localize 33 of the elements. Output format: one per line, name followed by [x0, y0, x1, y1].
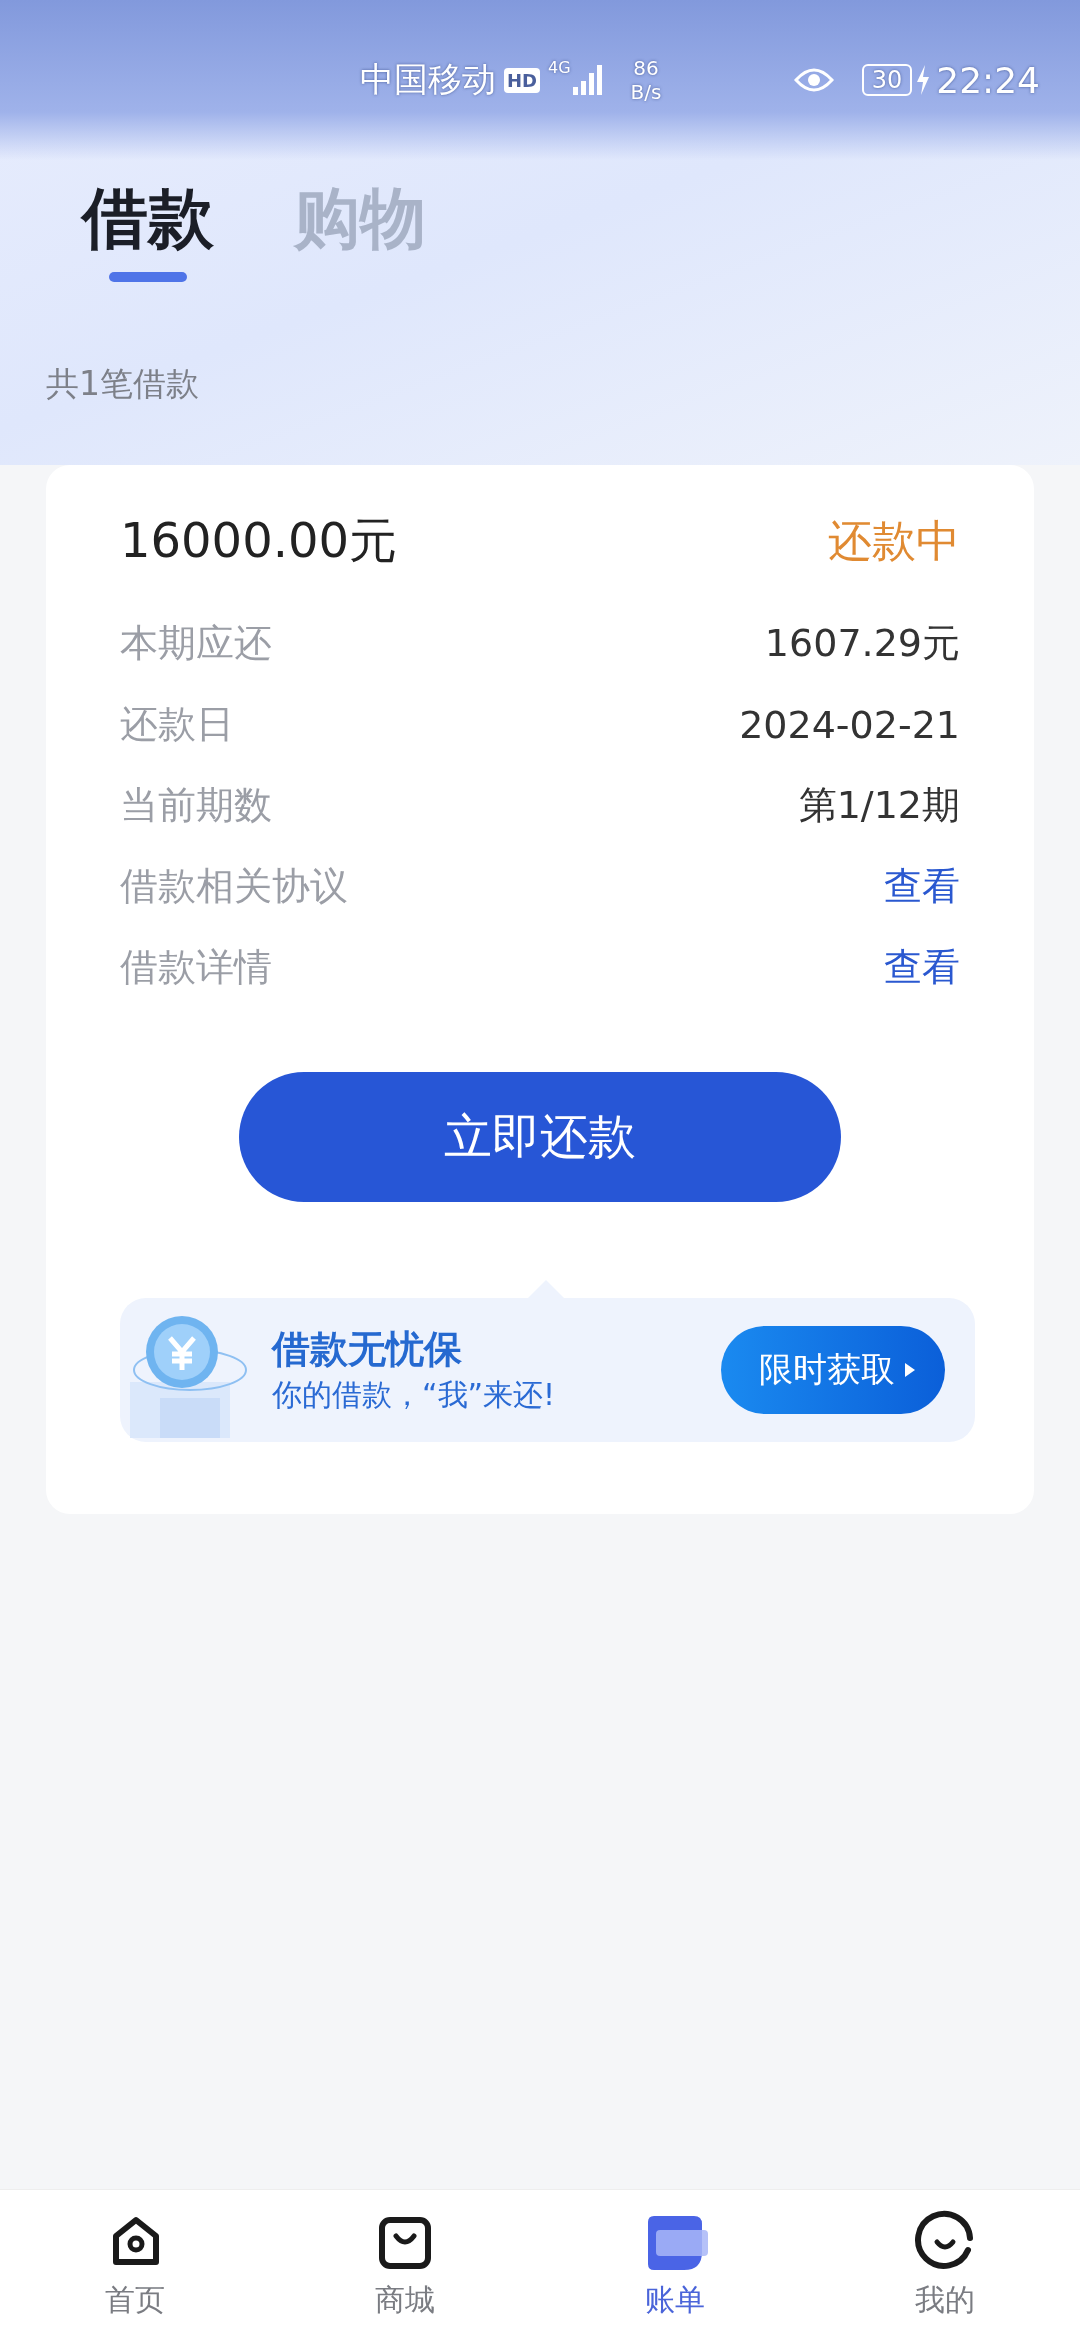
nav-item[interactable]: 我的: [810, 2190, 1080, 2340]
row-value: 1607.29元: [764, 620, 960, 667]
row-value: 第1/12期: [798, 782, 960, 829]
carrier-name: 中国移动: [360, 58, 496, 101]
row-label: 借款详情: [120, 944, 272, 991]
promo-subtitle: 你的借款，“我”来还!: [272, 1376, 557, 1414]
hd-badge: HD: [504, 67, 540, 93]
row-label: 本期应还: [120, 620, 272, 667]
loan-count: 共1笔借款: [45, 363, 200, 405]
eye-icon: [793, 66, 834, 94]
nav-item[interactable]: 首页: [0, 2190, 270, 2340]
row-label: 还款日: [120, 701, 234, 748]
nav-item[interactable]: 商城: [270, 2190, 540, 2340]
network-type: 4G: [548, 58, 571, 77]
play-icon: [905, 1363, 915, 1377]
nav-item[interactable]: 账单: [540, 2190, 810, 2340]
charging-icon: [916, 65, 931, 95]
speed-value: 86: [633, 56, 659, 80]
row-label: 借款相关协议: [120, 863, 348, 910]
loan-status: 还款中: [828, 513, 960, 568]
repay-button[interactable]: 立即还款: [239, 1072, 841, 1202]
speed-unit: B/s: [630, 80, 662, 104]
row-value: 2024-02-21: [739, 702, 960, 747]
promo-title: 借款无忧保: [272, 1326, 463, 1373]
tab[interactable]: 借款: [82, 174, 214, 294]
signal-icon: [570, 63, 605, 97]
view-link[interactable]: 查看: [884, 861, 960, 912]
get-offer-button[interactable]: 限时获取: [721, 1326, 945, 1414]
clock: 22:24: [936, 59, 1040, 101]
row-label: 当前期数: [120, 782, 272, 829]
loan-amount: 16000.00元: [120, 511, 398, 570]
view-link[interactable]: 查看: [884, 942, 960, 993]
battery-level: 30: [861, 64, 913, 96]
